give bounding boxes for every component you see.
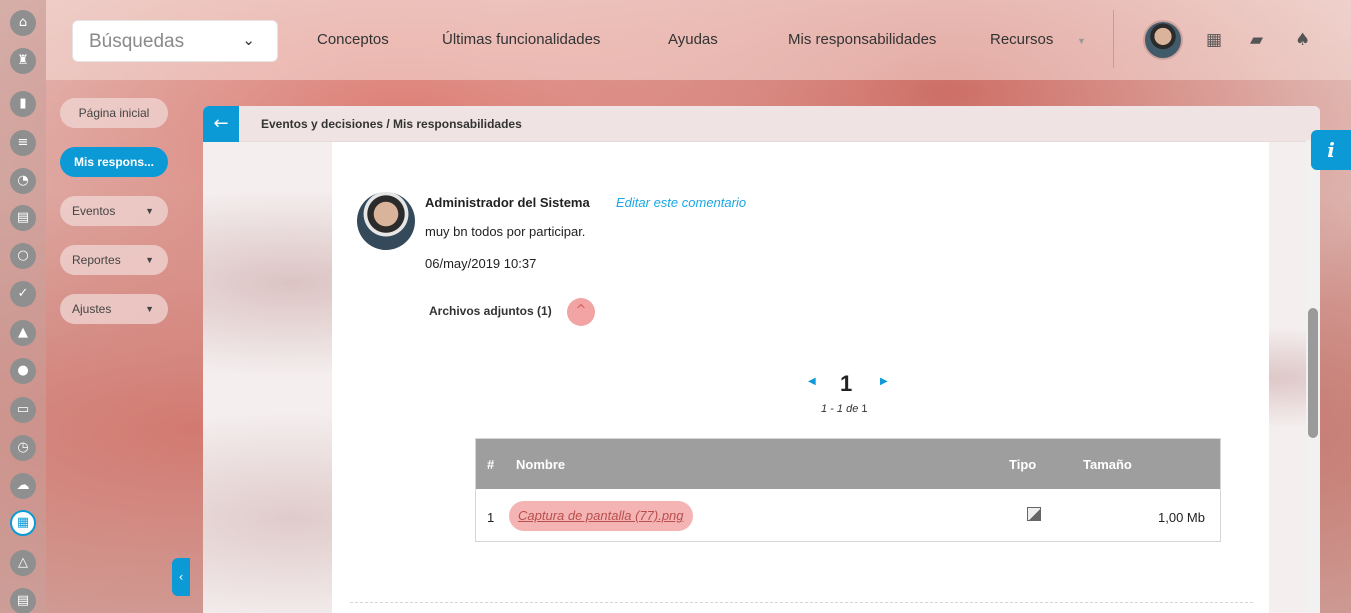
comment-author: Administrador del Sistema: [425, 195, 590, 210]
chess-icon[interactable]: ♜: [10, 48, 36, 74]
attachment-file-link[interactable]: Captura de pantalla (77).png: [509, 501, 693, 531]
breadcrumb: Eventos y decisiones / Mis responsabilid…: [261, 117, 522, 131]
calendar-icon[interactable]: ▦: [10, 510, 36, 536]
pager-total: 1: [861, 403, 868, 415]
pie-chart-icon[interactable]: ◔: [10, 168, 36, 194]
search-dropdown[interactable]: Búsquedas ⌄: [72, 20, 278, 62]
pager-range: 1 - 1: [821, 403, 844, 415]
attachments-table: # Nombre Tipo Tamaño 1 Captura de pantal…: [475, 438, 1221, 542]
comment-text: muy bn todos por participar.: [425, 224, 586, 239]
collapse-menu-button[interactable]: ‹: [172, 558, 190, 596]
main-panel: ← Eventos y decisiones / Mis responsabil…: [203, 106, 1320, 613]
network-icon[interactable]: △: [10, 550, 36, 576]
panel-header: ← Eventos y decisiones / Mis responsabil…: [203, 106, 1320, 142]
chevron-down-icon: ⌄: [242, 31, 255, 49]
menu-eventos[interactable]: Eventos ▼: [60, 196, 168, 226]
caret-down-icon: ▼: [145, 206, 154, 216]
nav-ultimas-funcionalidades[interactable]: Últimas funcionalidades: [442, 31, 600, 48]
comment-date: 06/may/2019 10:37: [425, 256, 537, 271]
row-size: 1,00 Mb: [1158, 510, 1205, 525]
col-type[interactable]: Tipo: [1009, 457, 1036, 472]
pager-next-icon[interactable]: ▶: [880, 376, 888, 387]
attachments-title: Archivos adjuntos (1): [429, 304, 552, 318]
menu-ajustes-label: Ajustes: [72, 302, 112, 316]
comment-card: [332, 142, 1269, 613]
recursos-dropdown-icon[interactable]: ▼: [1077, 36, 1086, 46]
check-icon[interactable]: ✓: [10, 281, 36, 307]
warning-icon[interactable]: ▲: [10, 320, 36, 346]
chat-icon[interactable]: ●: [10, 358, 36, 384]
menu-reportes[interactable]: Reportes ▼: [60, 245, 168, 275]
menu-ajustes[interactable]: Ajustes ▼: [60, 294, 168, 324]
icon-rail: ⌂ ♜ ▮ ≡ ◔ ▤ ○ ✓ ▲ ● ▭ ◷ ☁ ▦ △ ▤: [0, 0, 46, 613]
briefcase-icon[interactable]: ▰: [1250, 30, 1263, 50]
search-label: Búsquedas: [89, 31, 185, 52]
nav-recursos[interactable]: Recursos: [990, 31, 1053, 48]
scrollbar-thumb[interactable]: [1308, 308, 1318, 438]
cycle-icon[interactable]: ○: [10, 243, 36, 269]
info-tab-button[interactable]: i: [1311, 130, 1351, 170]
calendar-icon[interactable]: ▦: [1206, 30, 1222, 50]
nav-ayudas[interactable]: Ayudas: [668, 31, 718, 48]
user-avatar[interactable]: [1143, 20, 1183, 60]
col-name[interactable]: Nombre: [516, 457, 565, 472]
menu-eventos-label: Eventos: [72, 204, 116, 218]
caret-down-icon: ▼: [145, 255, 154, 265]
clock-icon[interactable]: ◷: [10, 435, 36, 461]
divider: [350, 602, 1253, 603]
bar-chart-icon[interactable]: ▮: [10, 91, 36, 117]
cloud-icon[interactable]: ☁: [10, 473, 36, 499]
pager-prev-icon[interactable]: ◀: [808, 376, 816, 387]
menu-reportes-label: Reportes: [72, 253, 121, 267]
bell-icon[interactable]: ♠: [1295, 30, 1310, 50]
attachments-collapse-button[interactable]: ^: [567, 298, 595, 326]
document-icon[interactable]: ▤: [10, 205, 36, 231]
nav-mis-responsabilidades[interactable]: Mis responsabilidades: [788, 31, 936, 48]
list-icon[interactable]: ▤: [10, 588, 36, 613]
home-icon[interactable]: ⌂: [10, 10, 36, 36]
menu-mis-responsabilidades[interactable]: Mis respons...: [60, 147, 168, 177]
nav-divider: [1113, 10, 1114, 68]
row-num: 1: [487, 510, 495, 525]
table-header: # Nombre Tipo Tamaño: [476, 439, 1220, 489]
pager-current-page: 1: [840, 371, 853, 396]
presentation-icon[interactable]: ▭: [10, 397, 36, 423]
menu-pagina-inicial[interactable]: Página inicial: [60, 98, 168, 128]
edit-comment-link[interactable]: Editar este comentario: [616, 195, 746, 210]
caret-down-icon: ▼: [145, 304, 154, 314]
comment-author-avatar: [357, 192, 415, 250]
pager-of-label: de: [846, 403, 859, 415]
col-num: #: [487, 457, 495, 472]
nav-conceptos[interactable]: Conceptos: [317, 31, 389, 48]
col-size[interactable]: Tamaño: [1083, 457, 1132, 472]
pager-info: 1 - 1 de 1: [821, 403, 868, 415]
sliders-icon[interactable]: ≡: [10, 130, 36, 156]
image-icon: [1027, 507, 1041, 521]
back-button[interactable]: ←: [203, 106, 239, 142]
